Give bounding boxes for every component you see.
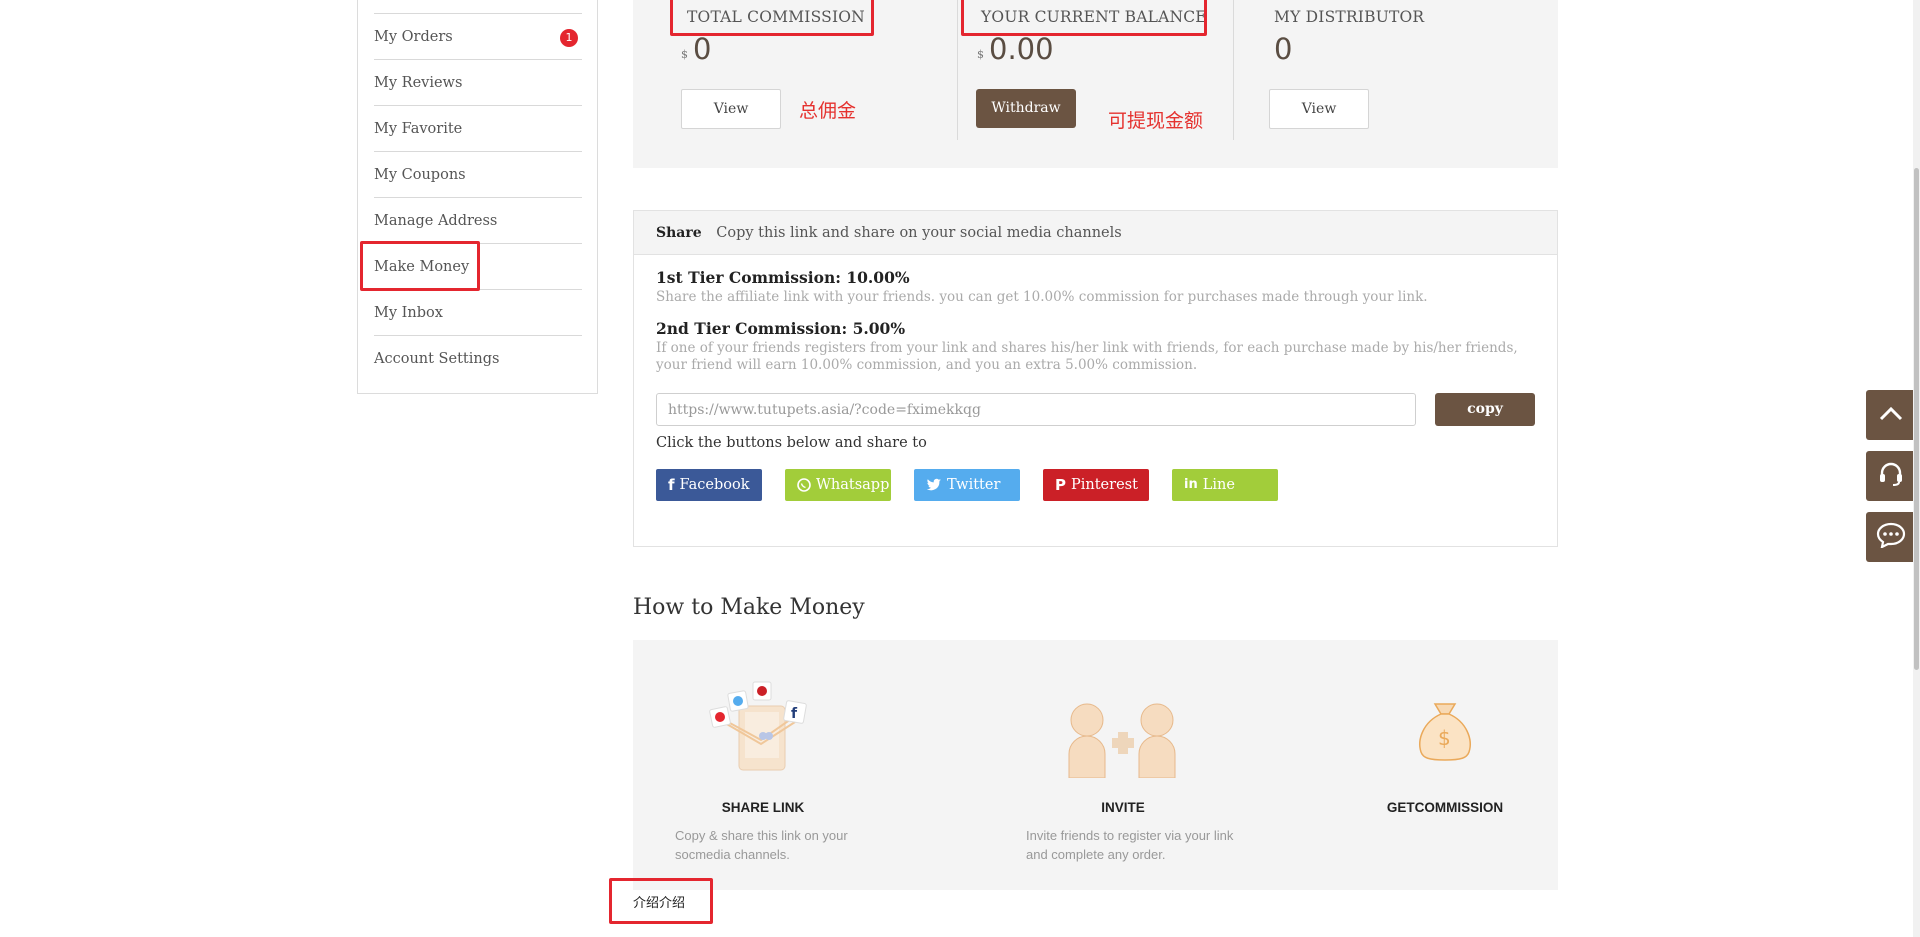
share-button-label: Twitter <box>947 477 1001 493</box>
sidebar-item-my-reviews[interactable]: My Reviews <box>374 59 582 105</box>
sidebar-item-my-favorite[interactable]: My Favorite <box>374 105 582 151</box>
whatsapp-icon <box>797 478 811 492</box>
currency-symbol: $ <box>977 48 984 61</box>
share-line-button[interactable]: in Line <box>1172 469 1278 501</box>
sidebar-item-label: My Favorite <box>374 121 463 137</box>
account-sidebar: My Orders 1 My Reviews My Favorite My Co… <box>357 0 598 394</box>
share-button-label: Pinterest <box>1071 477 1138 493</box>
step-share-link-title: SHARE LINK <box>721 800 805 815</box>
share-whatsapp-button[interactable]: Whatsapp <box>785 469 891 501</box>
share-instructions: Click the buttons below and share to <box>656 435 927 451</box>
orders-count-badge: 1 <box>560 29 578 47</box>
distributor-value: 0 <box>1274 32 1293 66</box>
copy-link-button[interactable]: copy <box>1435 393 1535 426</box>
sidebar-item-my-orders[interactable]: My Orders 1 <box>374 13 582 59</box>
headset-icon <box>1878 461 1904 491</box>
facebook-icon: f <box>668 476 675 494</box>
step-invite-desc: Invite friends to register via your link… <box>1026 828 1234 862</box>
how-to-make-money-title: How to Make Money <box>633 595 865 620</box>
affiliate-link-input[interactable] <box>656 393 1416 426</box>
sidebar-item-label: My Inbox <box>374 305 443 321</box>
scrollbar-thumb[interactable] <box>1914 168 1919 670</box>
step-invite-title: INVITE <box>1101 800 1145 815</box>
sidebar-item-label: Account Settings <box>374 351 500 367</box>
view-distributor-button[interactable]: View <box>1269 89 1369 129</box>
money-bag-icon: $ <box>1415 700 1475 762</box>
linkedin-icon: in <box>1184 477 1198 492</box>
share-pinterest-button[interactable]: P Pinterest <box>1043 469 1149 501</box>
current-balance-value: 0.00 <box>989 32 1054 66</box>
share-button-label: Line <box>1202 477 1235 493</box>
distributor-label: MY DISTRIBUTOR <box>1274 8 1425 26</box>
chevron-up-icon <box>1878 405 1904 425</box>
sidebar-item-label: Manage Address <box>374 213 498 229</box>
highlight-current-balance <box>961 0 1207 36</box>
view-commission-button[interactable]: View <box>681 89 781 129</box>
tier2-description: If one of your friends registers from yo… <box>656 340 1518 373</box>
annotation-total-commission: 总佣金 <box>799 100 857 122</box>
sidebar-item-label: My Reviews <box>374 75 463 91</box>
back-to-top-button[interactable] <box>1866 390 1916 440</box>
chat-button[interactable] <box>1866 512 1916 562</box>
share-button-label: Whatsapp <box>816 477 890 493</box>
chat-bubble-icon <box>1876 522 1906 552</box>
highlight-total-commission <box>670 0 874 36</box>
highlight-make-money <box>360 241 480 291</box>
sidebar-item-my-inbox[interactable]: My Inbox <box>374 289 582 335</box>
currency-symbol: $ <box>681 48 688 61</box>
tier1-title: 1st Tier Commission: 10.00% <box>656 268 910 287</box>
share-twitter-button[interactable]: Twitter <box>914 469 1020 501</box>
share-title: Share <box>656 225 702 241</box>
total-commission-value: 0 <box>693 32 712 66</box>
share-header: Share Copy this link and share on your s… <box>634 211 1557 255</box>
svg-text:f: f <box>791 706 798 722</box>
how-to-make-money-panel: f SHARE LINK Copy & share this link on y… <box>633 640 1558 890</box>
withdraw-button[interactable]: Withdraw <box>976 89 1076 128</box>
share-button-label: Facebook <box>679 477 750 493</box>
tier2-title: 2nd Tier Commission: 5.00% <box>656 319 906 338</box>
pinterest-icon: P <box>1055 476 1066 494</box>
sidebar-item-label: My Orders <box>374 29 453 45</box>
share-panel: Share Copy this link and share on your s… <box>633 210 1558 547</box>
tier1-description: Share the affiliate link with your frien… <box>656 289 1428 305</box>
share-subtitle: Copy this link and share on your social … <box>716 225 1122 241</box>
highlight-intro-note <box>609 878 713 924</box>
sidebar-item-my-coupons[interactable]: My Coupons <box>374 151 582 197</box>
divider <box>1233 0 1234 140</box>
customer-service-button[interactable] <box>1866 451 1916 501</box>
svg-text:$: $ <box>1438 726 1451 750</box>
sidebar-item-manage-address[interactable]: Manage Address <box>374 197 582 243</box>
annotation-current-balance: 可提现金额 <box>1108 110 1204 132</box>
divider <box>957 0 958 140</box>
step-share-link-desc: Copy & share this link on your socmedia … <box>675 828 848 862</box>
share-link-illustration: f <box>705 678 815 778</box>
share-facebook-button[interactable]: f Facebook <box>656 469 762 501</box>
sidebar-item-account-settings[interactable]: Account Settings <box>374 335 582 381</box>
sidebar-item-label: My Coupons <box>374 167 466 183</box>
invite-illustration <box>1067 702 1179 779</box>
step-get-commission-title: GETCOMMISSION <box>1386 800 1504 815</box>
twitter-icon <box>926 478 942 492</box>
